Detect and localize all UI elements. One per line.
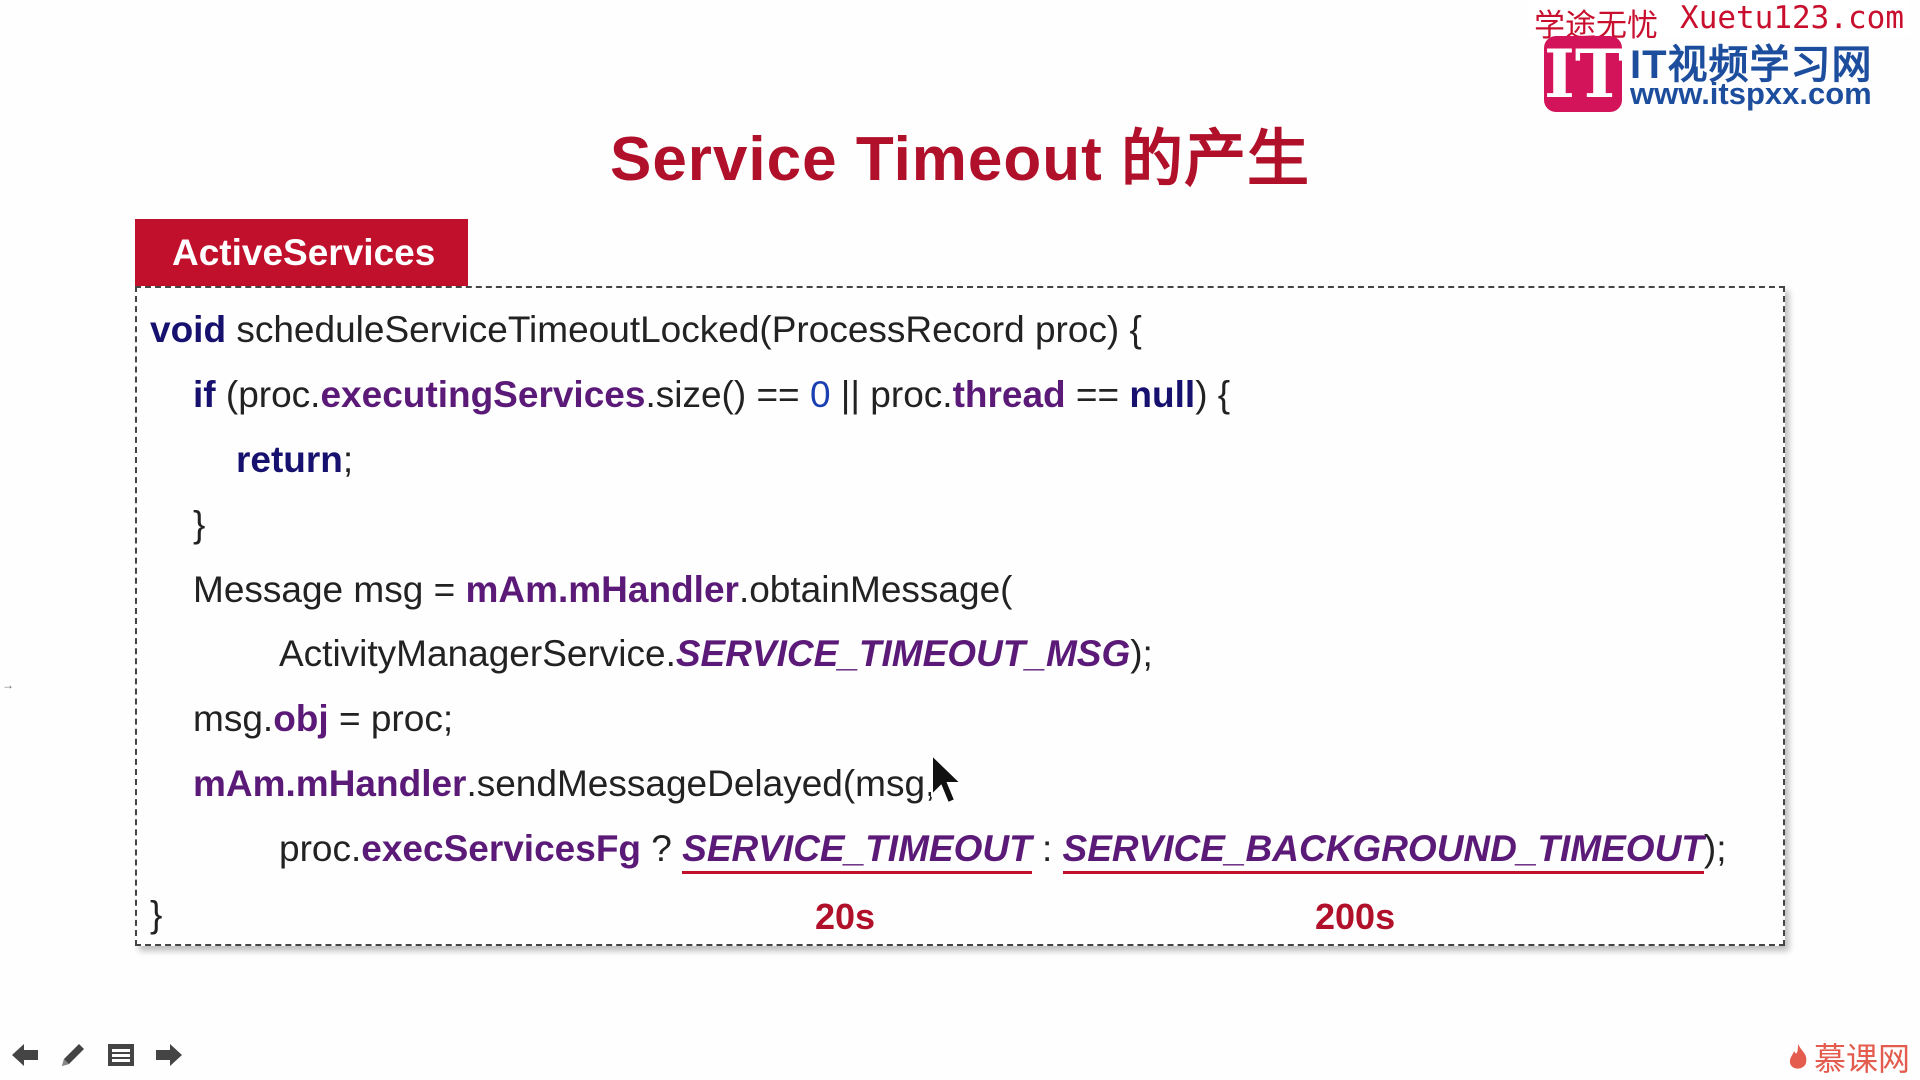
- code-field: execServicesFg: [361, 828, 642, 869]
- watermark-logo-url: www.itspxx.com: [1630, 76, 1872, 111]
- arrow-right-icon[interactable]: [152, 1038, 186, 1072]
- code-text: .sendMessageDelayed(msg,: [466, 763, 936, 804]
- watermark-top: 学途无忧 Xuetu123.com: [1528, 0, 1910, 44]
- slide-controls: [8, 1038, 186, 1072]
- slide-title: Service Timeout 的产生: [609, 125, 1311, 194]
- watermark-logo-badge: IT: [1544, 35, 1624, 113]
- flame-icon: [1789, 1044, 1807, 1069]
- code-keyword: null: [1129, 374, 1196, 415]
- bg-timeout-annotation: 200s: [1315, 896, 1396, 937]
- code-number: 0: [809, 374, 831, 415]
- side-marker-icon: →: [2, 678, 14, 692]
- class-tab: ActiveServices: [135, 219, 468, 286]
- code-text: ActivityManagerService.: [279, 633, 676, 674]
- code-field: executingServices: [320, 374, 646, 415]
- code-text: .size() ==: [645, 374, 810, 415]
- code-constant-underlined: SERVICE_TIMEOUT: [682, 828, 1032, 874]
- code-box: void scheduleServiceTimeoutLocked(Proces…: [135, 286, 1785, 946]
- code-line-2: if (proc.executingServices.size() == 0 |…: [193, 372, 1230, 418]
- code-text: msg.: [193, 698, 274, 739]
- code-keyword: if: [193, 374, 216, 415]
- code-line-10: }: [150, 894, 163, 935]
- code-text: ==: [1065, 374, 1130, 415]
- pen-icon[interactable]: [56, 1038, 90, 1072]
- code-field: obj: [273, 698, 329, 739]
- watermark-logo: IT IT视频学习网 www.itspxx.com: [1544, 32, 1906, 114]
- code-text: Message msg =: [193, 569, 466, 610]
- code-constant: SERVICE_TIMEOUT_MSG: [675, 633, 1131, 674]
- code-field: mAm.mHandler: [465, 569, 739, 610]
- watermark-top-url: Xuetu123.com: [1680, 0, 1904, 36]
- code-line-9: proc.execServicesFg ? SERVICE_TIMEOUT : …: [279, 826, 1727, 874]
- watermark-top-cn: 学途无忧: [1534, 8, 1659, 44]
- brand-name: 慕课网: [1813, 1041, 1910, 1077]
- code-text: ?: [641, 828, 683, 869]
- mouse-cursor-icon: [931, 753, 964, 805]
- code-keyword: void: [150, 309, 227, 350]
- code-text: .obtainMessage(: [738, 569, 1013, 610]
- code-line-3: return;: [236, 437, 353, 483]
- code-text: );: [1703, 828, 1727, 869]
- code-text: proc.: [279, 828, 362, 869]
- code-keyword: return: [236, 439, 343, 480]
- brand-watermark: 慕课网: [1786, 1034, 1910, 1080]
- code-text: ;: [342, 439, 354, 480]
- code-text: = proc;: [328, 698, 454, 739]
- code-line-6: ActivityManagerService.SERVICE_TIMEOUT_M…: [279, 631, 1153, 677]
- code-line-1: void scheduleServiceTimeoutLocked(Proces…: [150, 307, 1142, 353]
- code-constant-underlined: SERVICE_BACKGROUND_TIMEOUT: [1062, 828, 1704, 874]
- fg-timeout-annotation: 20s: [815, 896, 876, 937]
- code-line-7: msg.obj = proc;: [193, 696, 453, 742]
- code-text: scheduleServiceTimeoutLocked(ProcessReco…: [226, 309, 1142, 350]
- code-line-4: }: [193, 504, 206, 545]
- code-line-8: mAm.mHandler.sendMessageDelayed(msg,: [193, 761, 935, 807]
- code-line-5: Message msg = mAm.mHandler.obtainMessage…: [193, 567, 1012, 613]
- code-text: ) {: [1195, 374, 1231, 415]
- arrow-left-icon[interactable]: [8, 1038, 42, 1072]
- code-text: (proc.: [215, 374, 321, 415]
- slides-menu-icon[interactable]: [104, 1038, 138, 1072]
- code-field: thread: [952, 374, 1066, 415]
- code-text: :: [1031, 828, 1063, 869]
- code-text: );: [1130, 633, 1153, 674]
- code-text: || proc.: [830, 374, 953, 415]
- code-field: mAm.mHandler: [193, 763, 467, 804]
- slide: 学途无忧 Xuetu123.com IT IT视频学习网 www.itspxx.…: [0, 0, 1920, 1080]
